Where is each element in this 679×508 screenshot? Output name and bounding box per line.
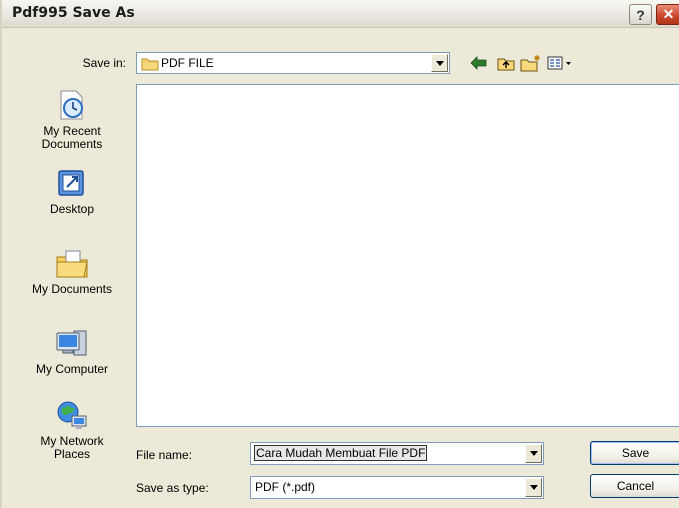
save-as-type-dropdown[interactable]: PDF (*.pdf): [250, 476, 544, 499]
close-button[interactable]: ✕: [656, 4, 679, 25]
recent-documents-icon: [60, 90, 83, 120]
file-name-label: File name:: [136, 448, 193, 462]
place-label: My Documents: [31, 282, 113, 296]
file-name-dropdown-arrow[interactable]: [525, 444, 542, 463]
help-icon: ?: [636, 6, 645, 23]
place-my-network-places[interactable]: My Network Places: [22, 400, 122, 461]
my-computer-icon: [56, 330, 87, 356]
help-button[interactable]: ?: [629, 4, 652, 25]
place-label: Desktop: [49, 202, 95, 216]
folder-icon: [141, 58, 159, 71]
back-arrow-icon: [470, 56, 487, 70]
my-documents-icon: [56, 250, 88, 278]
save-in-value: PDF FILE: [161, 56, 214, 70]
chevron-down-icon: [529, 451, 538, 456]
chevron-down-icon: [529, 485, 538, 490]
file-name-field[interactable]: Cara Mudah Membuat File PDF: [250, 442, 544, 465]
place-my-recent-documents[interactable]: My Recent Documents: [22, 88, 122, 151]
save-in-dropdown[interactable]: PDF FILE: [136, 52, 450, 74]
save-in-dropdown-arrow[interactable]: [431, 54, 448, 72]
desktop-icon: [58, 170, 84, 196]
up-one-level-button[interactable]: [497, 54, 515, 72]
network-places-icon: [57, 401, 87, 429]
place-my-computer[interactable]: My Computer: [22, 328, 122, 376]
place-label: My Recent Documents: [41, 124, 103, 151]
place-label: My Network Places: [40, 434, 104, 461]
dialog-title: Pdf995 Save As: [12, 5, 135, 21]
save-in-label: Save in:: [82, 56, 126, 70]
place-label: My Computer: [35, 362, 109, 376]
chevron-down-icon: [435, 60, 444, 66]
save-as-type-dropdown-arrow[interactable]: [525, 478, 542, 497]
new-folder-button[interactable]: [520, 54, 542, 72]
title-bar[interactable]: Pdf995 Save As ? ✕: [2, 0, 679, 28]
view-menu-icon: [547, 56, 571, 70]
cancel-button[interactable]: Cancel: [590, 474, 679, 498]
file-name-value: Cara Mudah Membuat File PDF: [253, 445, 428, 461]
save-as-type-value: PDF (*.pdf): [255, 480, 316, 494]
back-button[interactable]: [470, 54, 488, 72]
place-my-documents[interactable]: My Documents: [22, 248, 122, 296]
save-button[interactable]: Save: [590, 441, 679, 465]
view-menu-button[interactable]: [547, 54, 573, 72]
close-icon: ✕: [662, 6, 675, 22]
save-as-type-label: Save as type:: [136, 481, 209, 495]
save-as-dialog: Pdf995 Save As ? ✕ Save in: PDF FILE My …: [0, 0, 679, 508]
file-list-view[interactable]: [136, 84, 679, 427]
new-folder-icon: [520, 55, 540, 72]
up-folder-icon: [497, 58, 515, 71]
place-desktop[interactable]: Desktop: [22, 168, 122, 216]
